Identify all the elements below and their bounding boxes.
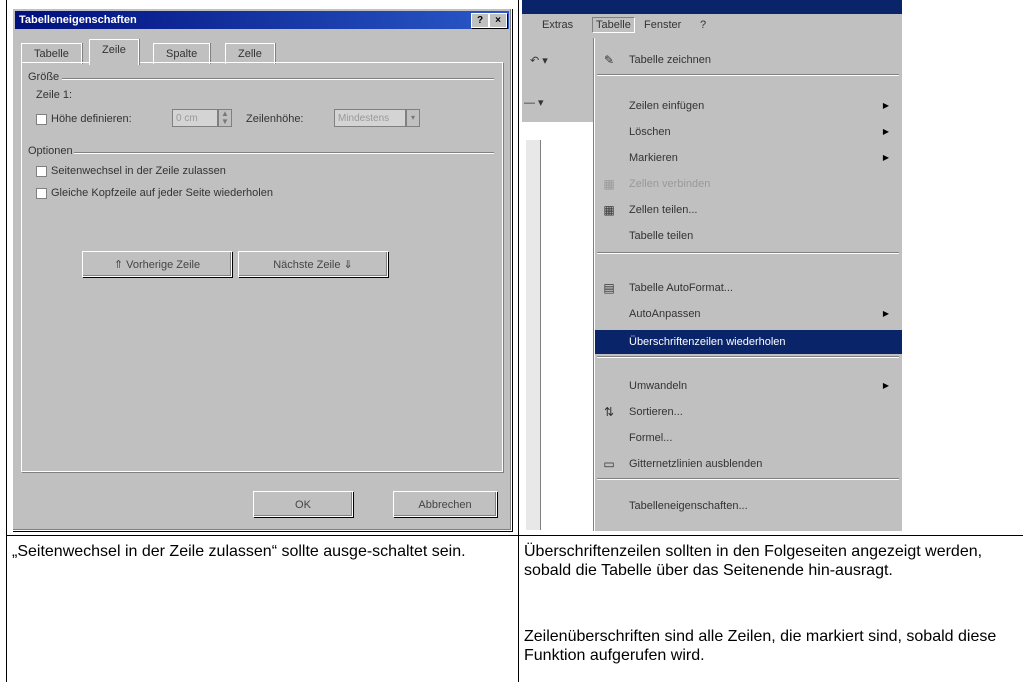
- table-border-middle: [518, 0, 519, 682]
- height-value-field[interactable]: 0 cm: [172, 109, 218, 127]
- chevron-down-icon[interactable]: ▾: [406, 109, 420, 127]
- submenu-arrow-icon: ▶: [882, 127, 889, 136]
- menu-item-tabelle-zeichnen[interactable]: ✎ Tabelle zeichnen: [595, 48, 902, 72]
- menu-item-label: Zellen verbinden: [629, 178, 711, 190]
- menu-item-label: Tabelle AutoFormat...: [629, 282, 733, 294]
- menu-help[interactable]: ?: [700, 19, 706, 31]
- allow-row-break-checkbox[interactable]: Seitenwechsel in der Zeile zulassen: [36, 165, 226, 177]
- options-group-label: Optionen: [28, 145, 73, 157]
- menu-item-label: Zellen teilen...: [629, 204, 698, 216]
- menu-item-tabelle-teilen[interactable]: Tabelle teilen: [595, 224, 902, 248]
- next-row-button[interactable]: Nächste Zeile ⇓: [238, 251, 388, 277]
- menu-item-zellen-verbinden[interactable]: ▦ Zellen verbinden: [595, 172, 902, 196]
- tab-spalte[interactable]: Spalte: [153, 43, 211, 64]
- sort-icon: ⇅: [603, 405, 615, 419]
- right-caption-paragraph-2: Zeilenüberschriften sind alle Zeilen, di…: [524, 628, 997, 664]
- menu-extras[interactable]: Extras: [542, 19, 573, 31]
- table-row-divider: [6, 535, 1023, 536]
- height-checkbox-box[interactable]: [36, 113, 47, 125]
- height-checkbox-label: Höhe definieren:: [51, 113, 132, 125]
- tab-zeile[interactable]: Zeile: [89, 39, 139, 65]
- height-checkbox[interactable]: Höhe definieren:: [36, 113, 132, 125]
- vertical-ruler: [526, 140, 541, 530]
- size-group-label: Größe: [28, 71, 60, 83]
- table-menu-screenshot: Extras Tabelle Fenster ? ↶ ▾ — ▾ ✎ Tabell…: [522, 0, 902, 531]
- submenu-arrow-icon: ▶: [882, 309, 889, 318]
- menu-item-tabelleneigenschaften[interactable]: Tabelleneigenschaften...: [595, 494, 902, 518]
- tab-zelle[interactable]: Zelle: [225, 43, 275, 64]
- menu-item-gitternetzlinien-ausblenden[interactable]: ▭ Gitternetzlinien ausblenden: [595, 452, 902, 476]
- menu-item-label: Tabelleneigenschaften...: [629, 500, 748, 512]
- merge-cells-icon: ▦: [603, 177, 615, 191]
- menu-fenster[interactable]: Fenster: [644, 19, 681, 31]
- menu-separator: [597, 74, 899, 76]
- menu-separator: [597, 356, 899, 358]
- menu-item-label: Markieren: [629, 152, 678, 164]
- menu-item-tabelle-autoformat[interactable]: ▤ Tabelle AutoFormat...: [595, 276, 902, 300]
- repeat-header-label: Gleiche Kopfzeile auf jeder Seite wieder…: [51, 187, 273, 199]
- menu-item-label: Formel...: [629, 432, 673, 444]
- allow-row-break-box[interactable]: [36, 165, 47, 177]
- menu-item-löschen[interactable]: Löschen ▶: [595, 120, 902, 144]
- row-height-label: Zeilenhöhe:: [246, 113, 304, 125]
- row-number-label: Zeile 1:: [36, 89, 73, 101]
- allow-row-break-label: Seitenwechsel in der Zeile zulassen: [51, 165, 226, 177]
- menu-item-label: Löschen: [629, 126, 671, 138]
- height-spinner[interactable]: ▲ ▼: [218, 109, 232, 127]
- right-caption-paragraph-1: Überschriftenzeilen sollten in den Folge…: [524, 543, 983, 579]
- previous-row-button[interactable]: ⇑ Vorherige Zeile: [82, 251, 232, 277]
- table-properties-dialog: Tabelleneigenschaften ? × Tabelle Zeile …: [12, 8, 512, 531]
- cancel-button[interactable]: Abbrechen: [393, 491, 497, 517]
- menu-item-autoanpassen[interactable]: AutoAnpassen ▶: [595, 302, 902, 326]
- row-height-select[interactable]: Mindestens: [334, 109, 406, 127]
- menu-item-label: Umwandeln: [629, 380, 688, 392]
- autoformat-icon: ▤: [603, 281, 615, 295]
- submenu-arrow-icon: ▶: [882, 381, 889, 390]
- repeat-header-checkbox[interactable]: Gleiche Kopfzeile auf jeder Seite wieder…: [36, 187, 273, 199]
- menu-tabelle[interactable]: Tabelle: [592, 17, 635, 33]
- help-icon[interactable]: ?: [471, 13, 489, 28]
- menu-separator: [597, 252, 899, 254]
- repeat-header-box[interactable]: [36, 187, 47, 199]
- menu-item-label: AutoAnpassen: [629, 308, 701, 320]
- split-cells-icon: ▦: [603, 203, 615, 217]
- menu-item-umwandeln[interactable]: Umwandeln ▶: [595, 374, 902, 398]
- submenu-arrow-icon: ▶: [882, 101, 889, 110]
- options-group-divider: [74, 152, 494, 154]
- menu-item-label: Zeilen einfügen: [629, 100, 705, 112]
- menu-item-zellen-teilen[interactable]: ▦ Zellen teilen...: [595, 198, 902, 222]
- tab-tabelle[interactable]: Tabelle: [21, 43, 82, 64]
- menu-item-label: Tabelle teilen: [629, 230, 694, 242]
- left-caption: „Seitenwechsel in der Zeile zulassen“ so…: [12, 543, 466, 560]
- menu-bar: Extras Tabelle Fenster ?: [522, 14, 902, 38]
- close-icon[interactable]: ×: [489, 13, 507, 28]
- dialog-title: Tabelleneigenschaften: [19, 14, 137, 26]
- submenu-arrow-icon: ▶: [882, 153, 889, 162]
- ok-button[interactable]: OK: [253, 491, 353, 517]
- pencil-icon: ✎: [603, 53, 615, 67]
- row-tab-panel: Größe Zeile 1: Höhe definieren: 0 cm ▲ ▼ …: [21, 62, 503, 472]
- menu-item-label: Tabelle zeichnen: [629, 54, 711, 66]
- menu-item-überschriftenzeilen-wiederholen[interactable]: Überschriftenzeilen wiederholen: [595, 330, 902, 354]
- size-group-divider: [62, 78, 494, 80]
- menu-item-label: Gitternetzlinien ausblenden: [629, 458, 763, 470]
- menu-item-zeilen-einfügen[interactable]: Zeilen einfügen ▶: [595, 94, 902, 118]
- dialog-title-bar: Tabelleneigenschaften ? ×: [15, 11, 509, 29]
- menu-item-label: Sortieren...: [629, 406, 683, 418]
- window-title-strip: [522, 0, 902, 14]
- gridlines-icon: ▭: [603, 457, 615, 471]
- menu-item-sortieren[interactable]: ⇅ Sortieren...: [595, 400, 902, 424]
- menu-separator: [597, 478, 899, 480]
- table-dropdown-menu: ✎ Tabelle zeichnen Zeilen einfügen ▶ Löschen…: [594, 38, 902, 531]
- menu-item-formel[interactable]: Formel...: [595, 426, 902, 450]
- menu-item-markieren[interactable]: Markieren ▶: [595, 146, 902, 170]
- table-border-left: [6, 0, 7, 682]
- border-toolbar-fragment[interactable]: — ▾: [524, 96, 599, 109]
- menu-item-label: Überschriftenzeilen wiederholen: [629, 336, 786, 348]
